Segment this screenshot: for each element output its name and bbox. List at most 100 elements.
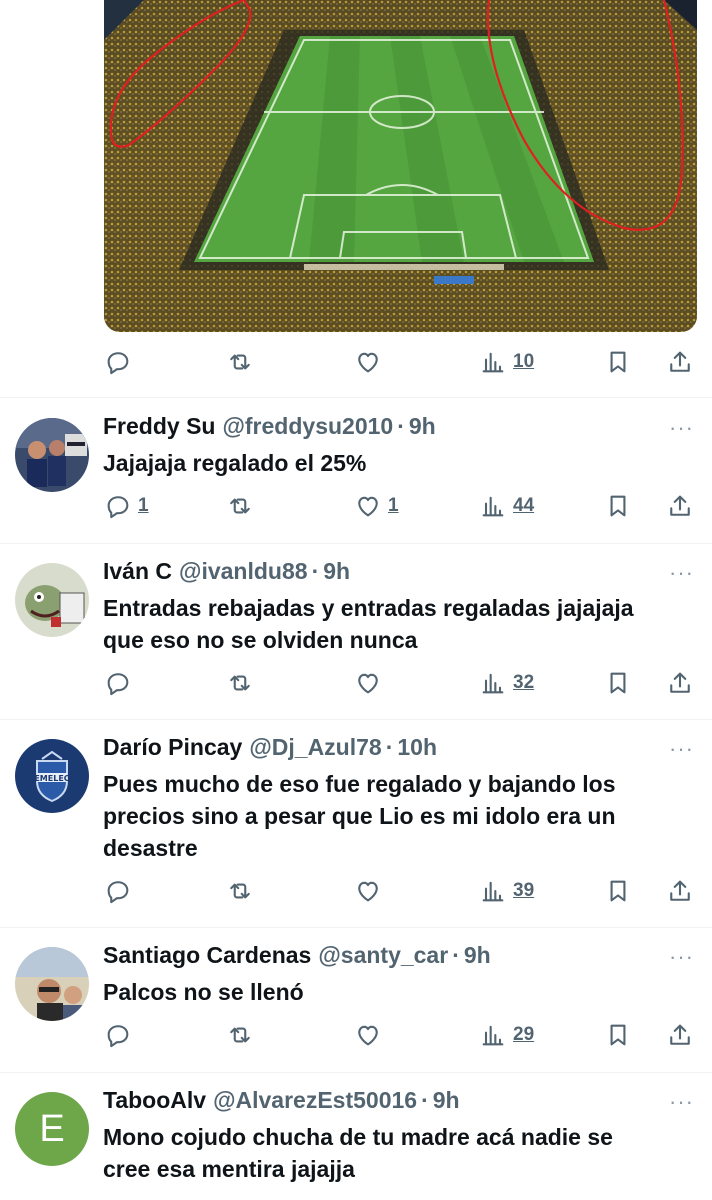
timestamp[interactable]: 9h [433,1087,460,1114]
reply-button[interactable] [104,1018,132,1052]
share-button[interactable] [666,874,694,908]
reply-tweet[interactable]: Freddy Su @freddysu2010 · 9h ··· Jajajaj… [0,399,712,544]
share-icon [670,1024,690,1045]
bookmark-icon [610,672,626,694]
timestamp[interactable]: 9h [323,558,350,585]
retweet-button[interactable] [226,489,254,523]
bookmark-icon [610,495,626,517]
views-button[interactable]: 29 [479,1018,534,1052]
display-name[interactable]: Iván C [103,558,172,585]
beach-photo-avatar [15,947,89,1021]
like-button[interactable] [354,666,382,700]
top-tweet: 10 [0,0,712,398]
heart-icon [358,881,378,902]
tweet-actions: 1 1 44 [104,489,696,523]
emelec-crest-avatar: EMELEC [15,739,89,813]
share-icon [670,495,690,516]
user-handle[interactable]: @Dj_Azul78 [249,734,381,761]
bookmark-button[interactable] [604,1018,632,1052]
views-button[interactable]: 39 [479,874,534,908]
tweet-header: Darío Pincay @Dj_Azul78 · 10h [103,734,437,764]
views-button[interactable]: 10 [479,345,534,379]
retweet-icon [230,1027,250,1043]
reply-button[interactable] [104,874,132,908]
like-button[interactable]: 1 [354,489,399,523]
like-button[interactable] [354,874,382,908]
user-handle[interactable]: @freddysu2010 [222,413,393,440]
display-name[interactable]: TabooAlv [103,1087,206,1114]
views-button[interactable]: 32 [479,666,534,700]
timestamp[interactable]: 9h [409,413,436,440]
views-icon [482,1025,504,1046]
user-handle[interactable]: @santy_car [318,942,448,969]
heart-icon [358,673,378,694]
views-icon [482,881,504,902]
avatar[interactable] [15,947,89,1021]
tweet-text-line: Palcos no se llenó [103,979,304,1005]
tweet-actions: 10 [104,345,696,379]
bookmark-icon [610,1024,626,1046]
stadium-image[interactable] [104,0,697,332]
avatar[interactable] [15,563,89,637]
retweet-button[interactable] [226,874,254,908]
views-icon [482,352,504,373]
tweet-actions: 32 [104,666,696,700]
share-button[interactable] [666,345,694,379]
retweet-icon [230,498,250,514]
like-button[interactable] [354,1018,382,1052]
bookmark-button[interactable] [604,489,632,523]
share-button[interactable] [666,489,694,523]
bookmark-icon [610,351,626,373]
retweet-icon [230,354,250,370]
avatar[interactable]: E [15,1092,89,1166]
tweet-text-line: Pues mucho de eso fue regalado y bajando… [103,771,616,797]
display-name[interactable]: Darío Pincay [103,734,242,761]
timestamp[interactable]: 10h [397,734,437,761]
bookmark-icon [610,880,626,902]
heart-icon [358,352,378,373]
reply-icon [107,673,129,696]
avatar-letter: E [39,1108,64,1150]
avatar[interactable] [15,418,89,492]
bookmark-button[interactable] [604,666,632,700]
tweet-text-line: Entradas rebajadas y entradas regaladas … [103,595,634,621]
reply-tweet[interactable]: Santiago Cardenas @santy_car · 9h ··· Pa… [0,928,712,1073]
avatar[interactable]: EMELEC [15,739,89,813]
tweet-header: Freddy Su @freddysu2010 · 9h [103,413,436,443]
retweet-button[interactable] [226,666,254,700]
timestamp[interactable]: 9h [464,942,491,969]
reply-button[interactable]: 1 [104,489,149,523]
reply-button[interactable] [104,345,132,379]
views-count: 10 [513,351,535,372]
reply-tweet[interactable]: E TabooAlv @AlvarezEst50016 · 9h ··· Mon… [0,1073,712,1200]
retweet-icon [230,883,250,899]
reply-tweet[interactable]: Iván C @ivanldu88 · 9h ··· Entradas reba… [0,544,712,720]
separator-dot: · [311,558,320,584]
more-options-button[interactable]: ··· [669,1089,694,1115]
share-button[interactable] [666,666,694,700]
more-options-button[interactable]: ··· [669,415,694,441]
retweet-button[interactable] [226,1018,254,1052]
bookmark-button[interactable] [604,345,632,379]
reply-icon [107,1025,129,1048]
reply-button[interactable] [104,666,132,700]
svg-text:EMELEC: EMELEC [34,774,69,783]
display-name[interactable]: Freddy Su [103,413,215,440]
retweet-button[interactable] [226,345,254,379]
more-options-button[interactable]: ··· [669,944,694,970]
user-handle[interactable]: @ivanldu88 [179,558,308,585]
views-button[interactable]: 44 [479,489,534,523]
separator-dot: · [452,942,460,968]
like-button[interactable] [354,345,382,379]
share-button[interactable] [666,1018,694,1052]
views-count: 29 [513,1024,535,1045]
reply-tweet[interactable]: EMELEC Darío Pincay @Dj_Azul78 · 10h ···… [0,720,712,928]
bookmark-button[interactable] [604,874,632,908]
stadium-photo [104,0,697,332]
heart-icon [358,496,378,517]
more-options-button[interactable]: ··· [669,736,694,762]
user-handle[interactable]: @AlvarezEst50016 [213,1087,417,1114]
display-name[interactable]: Santiago Cardenas [103,942,311,969]
tweet-header: Santiago Cardenas @santy_car · 9h [103,942,491,972]
more-options-button[interactable]: ··· [669,560,694,586]
